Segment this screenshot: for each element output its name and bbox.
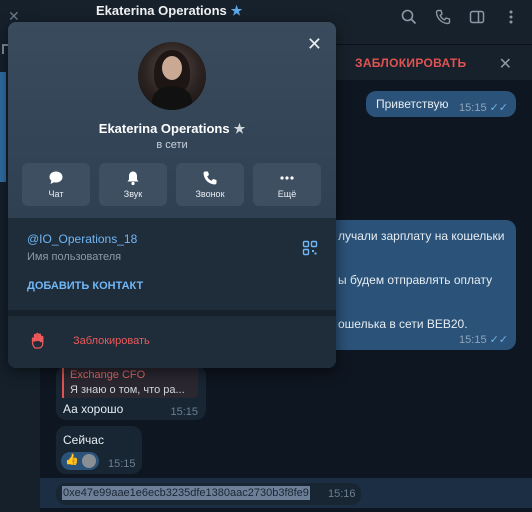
header-actions [400, 8, 520, 26]
block-banner-button[interactable]: ЗАБЛОКИРОВАТЬ [355, 56, 466, 70]
star-icon: ★ [230, 3, 243, 18]
profile-name: Ekaterina Operations ★ [8, 121, 336, 137]
message-incoming[interactable]: 0xe47e99aae1e6ecb3235dfe1380aac2730b3f8f… [56, 483, 361, 505]
chat-title-text: Ekaterina Operations [96, 3, 227, 18]
close-icon[interactable]: ✕ [307, 34, 322, 55]
chat-button-label: Чат [48, 189, 64, 199]
reaction-badge[interactable]: 👍 [61, 452, 99, 470]
sidebar-toggle-icon[interactable] [468, 8, 486, 26]
reply-author: Exchange CFO [70, 369, 146, 381]
profile-info: @IO_Operations_18 Имя пользователя ДОБАВ… [8, 218, 336, 310]
profile-actions: Чат Звук Звонок Ещё [22, 163, 321, 206]
mute-button[interactable]: Звук [99, 163, 167, 206]
close-banner-icon[interactable]: ✕ [499, 54, 512, 74]
sidebar-accent [0, 72, 6, 182]
message-text: ы будем отправлять оплату [338, 273, 493, 287]
message-time: 15:16 [328, 488, 356, 500]
message-text: Приветствую [376, 97, 449, 111]
message-incoming[interactable]: Сейчас 👍 15:15 [56, 426, 142, 474]
phone-icon[interactable] [434, 8, 452, 26]
double-check-icon: ✓✓ [489, 102, 508, 114]
reply-text: Я знаю о том, что ра... [70, 384, 185, 396]
more-button-label: Ещё [277, 189, 297, 199]
block-user-label: Заблокировать [73, 335, 150, 347]
message-time: 15:15 [170, 406, 198, 418]
thumbs-up-icon: 👍 [65, 454, 79, 466]
reactor-avatar [82, 454, 96, 468]
search-icon[interactable] [400, 8, 418, 26]
call-button-label: Звонок [195, 189, 225, 199]
bell-icon [127, 171, 139, 186]
avatar[interactable] [138, 42, 206, 110]
profile-status: в сети [156, 139, 188, 151]
wallet-address-text[interactable]: 0xe47e99aae1e6ecb3235dfe1380aac2730b3f8f… [62, 486, 310, 500]
double-check-icon: ✓✓ [489, 334, 508, 346]
more-vertical-icon[interactable] [502, 8, 520, 26]
message-time: 15:15 [459, 334, 487, 346]
star-icon: ★ [233, 121, 246, 136]
add-contact-button[interactable]: ДОБАВИТЬ КОНТАКТ [27, 280, 143, 292]
more-icon [280, 176, 294, 180]
chat-button[interactable]: Чат [22, 163, 90, 206]
message-incoming[interactable]: Exchange CFO Я знаю о том, что ра... Аа … [56, 366, 206, 420]
block-user-button[interactable]: Заблокировать [8, 316, 336, 368]
message-text: ошелька в сети BEB20. [338, 317, 468, 331]
profile-header: ✕ Ekaterina Operations ★ в сети Чат Звук … [8, 22, 336, 218]
chat-icon [49, 171, 63, 184]
username-caption: Имя пользователя [27, 251, 122, 263]
message-text: Аа хорошо [63, 402, 124, 416]
message-text: лучали зарплату на кошельки [338, 229, 505, 243]
call-button[interactable]: Звонок [176, 163, 244, 206]
message-outgoing[interactable]: Приветствую 15:15 ✓✓ [366, 91, 516, 117]
chat-title[interactable]: Ekaterina Operations ★ [96, 3, 242, 19]
profile-name-text: Ekaterina Operations [98, 121, 230, 136]
profile-card: ✕ Ekaterina Operations ★ в сети Чат Звук … [8, 22, 336, 368]
message-time: 15:15 [459, 102, 487, 114]
more-button[interactable]: Ещё [253, 163, 321, 206]
qr-code-icon[interactable] [302, 240, 318, 261]
reply-quote[interactable]: Exchange CFO Я знаю о том, что ра... [62, 366, 198, 398]
message-time: 15:15 [108, 458, 136, 470]
username-link[interactable]: @IO_Operations_18 [27, 232, 137, 246]
hand-icon [30, 332, 48, 355]
phone-icon [203, 171, 217, 185]
message-text: Сейчас [63, 433, 104, 447]
mute-button-label: Звук [123, 189, 143, 199]
